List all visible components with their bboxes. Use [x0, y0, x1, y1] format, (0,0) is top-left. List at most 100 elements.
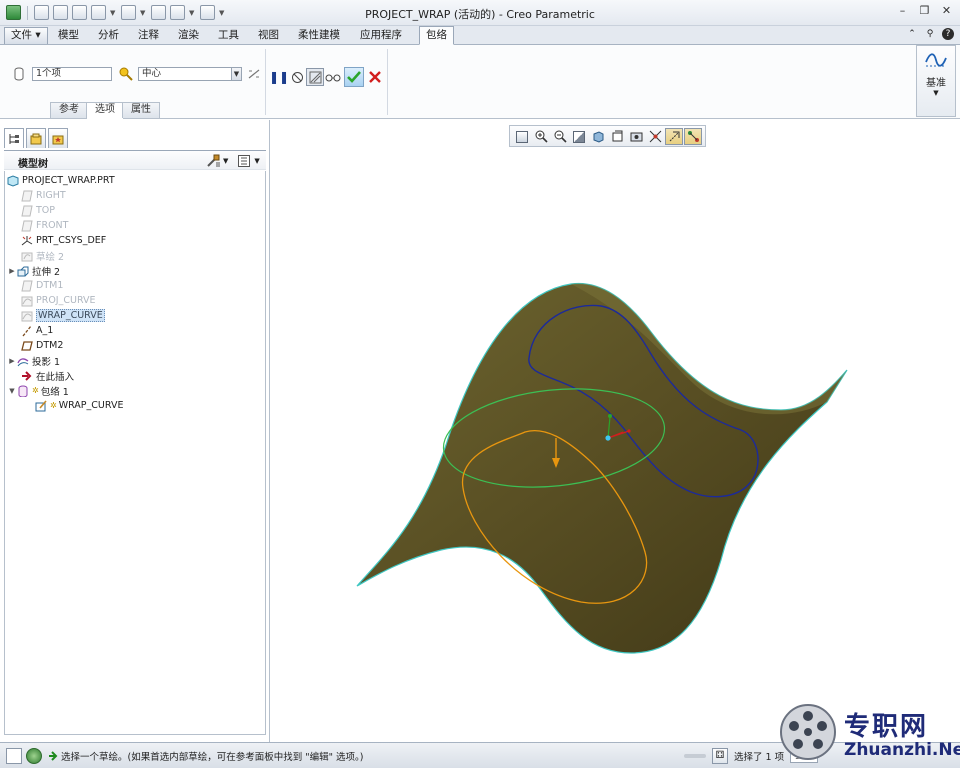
navigator-tabs: [4, 128, 68, 148]
tree-node-axis-a1[interactable]: A_1: [21, 323, 53, 338]
datum-sketch-icon: [925, 53, 947, 67]
tree-node-csys[interactable]: PRT_CSYS_DEF: [21, 233, 106, 248]
preview-icon[interactable]: [306, 68, 324, 86]
restore-icon[interactable]: ❐: [919, 5, 930, 17]
cancel-button[interactable]: [366, 68, 384, 86]
pause-icon[interactable]: ❚❚: [269, 68, 289, 86]
accept-button[interactable]: [344, 67, 364, 87]
tree-node-part[interactable]: PROJECT_WRAP.PRT: [7, 173, 115, 188]
title-bar: ▼ ▼ ▼ ▼ PROJECT_WRAP (活动的) - Creo Parame…: [0, 0, 960, 26]
datum-basis-button[interactable]: 基准 ▼: [916, 45, 956, 117]
tab-tools[interactable]: 工具: [212, 27, 245, 44]
browser-toggle-icon[interactable]: [26, 748, 42, 764]
model-tree-title: 模型树: [18, 159, 48, 170]
expand-icon[interactable]: ▶: [7, 357, 17, 365]
tree-node-dtm1[interactable]: DTM1: [21, 278, 63, 293]
folder-browser-tab[interactable]: [26, 128, 46, 148]
anchor-point-icon[interactable]: [118, 66, 134, 82]
progress-indicator: [684, 754, 706, 758]
csys-icon: [21, 235, 33, 247]
tree-node-dtm2[interactable]: DTM2: [21, 338, 63, 353]
tree-node-wrap-curve-selected[interactable]: WRAP_CURVE: [21, 308, 105, 323]
watermark-cn: 专职网: [844, 712, 929, 742]
datum-basis-label: 基准: [926, 78, 946, 89]
sketch-collector-field[interactable]: 1个项: [32, 67, 112, 81]
watermark-en: Zhuanzhi.Net: [844, 740, 960, 760]
selection-count: 选择了 1 项: [734, 752, 785, 763]
subtab-options[interactable]: 选项: [86, 102, 124, 119]
minimize-icon[interactable]: –: [897, 5, 908, 17]
tree-node-top[interactable]: TOP: [21, 203, 55, 218]
part-icon: [7, 174, 19, 187]
navigator-toggle-icon[interactable]: [6, 748, 22, 764]
status-left-icons: [6, 748, 42, 764]
graphics-window[interactable]: [271, 120, 960, 742]
wrap-dashboard: 1个项 中心 ▼ 参考 选项 属性 ❚❚ 基准 ▼: [0, 45, 960, 119]
datum-plane-icon: [21, 190, 33, 202]
sketch-icon: [21, 250, 33, 262]
tab-flexible-modeling[interactable]: 柔性建模: [292, 27, 346, 44]
favorites-tab[interactable]: [48, 128, 68, 148]
datum-plane-icon: [21, 205, 33, 217]
chevron-down-icon[interactable]: ▼: [231, 68, 241, 80]
subtab-references[interactable]: 参考: [50, 102, 88, 118]
model-tree-tab[interactable]: [4, 128, 24, 148]
tab-file[interactable]: 文件 ▾: [4, 27, 48, 44]
extrude-icon: [17, 265, 29, 277]
tree-node-extrude-2[interactable]: ▶ 拉伸 2: [7, 263, 60, 278]
datum-plane-icon: [21, 280, 33, 292]
anchor-dropdown[interactable]: 中心 ▼: [138, 67, 242, 81]
chevron-down-icon[interactable]: ▼: [223, 157, 228, 165]
tree-node-sketch-2[interactable]: 草绘 2: [21, 248, 64, 263]
tab-view[interactable]: 视图: [252, 27, 285, 44]
axis-icon: [21, 325, 33, 337]
tab-applications[interactable]: 应用程序: [354, 27, 408, 44]
tab-render[interactable]: 渲染: [172, 27, 205, 44]
chevron-down-icon[interactable]: ▼: [254, 157, 259, 165]
tree-tools: ▼ ▼: [206, 154, 260, 168]
watermark-logo-icon: [780, 704, 836, 760]
tree-node-wrap-curve-child[interactable]: ✲ WRAP_CURVE: [35, 398, 123, 413]
tree-node-project-1[interactable]: ▶ 投影 1: [7, 353, 60, 368]
expand-icon[interactable]: ▶: [7, 267, 17, 275]
wrap-icon: [17, 385, 29, 397]
tab-analysis[interactable]: 分析: [92, 27, 125, 44]
curve-icon: [21, 310, 33, 322]
collapse-icon[interactable]: ▼: [7, 387, 17, 395]
flip-direction-icon[interactable]: [247, 68, 261, 80]
model-tree-header: 模型树 ▼ ▼: [4, 150, 266, 170]
project-icon: [17, 355, 29, 367]
feature-status-icon: ✲: [32, 386, 39, 395]
tree-node-proj-curve[interactable]: PROJ_CURVE: [21, 293, 96, 308]
subtab-properties[interactable]: 属性: [122, 102, 160, 118]
tab-wrap[interactable]: 包络: [419, 26, 454, 45]
datum-plane-icon: [21, 220, 33, 232]
tree-node-wrap-1[interactable]: ▼ ✲ 包络 1: [7, 383, 69, 398]
verify-icon[interactable]: [324, 68, 342, 86]
tree-node-insert-here[interactable]: 在此插入: [21, 368, 74, 383]
wrapped-surface[interactable]: [356, 282, 848, 654]
search-icon[interactable]: ⚲: [924, 28, 936, 40]
settings-icon[interactable]: [206, 154, 220, 168]
chevron-down-icon: ▼: [933, 89, 939, 97]
help-icon[interactable]: ?: [942, 28, 954, 40]
no-preview-icon[interactable]: [288, 68, 306, 86]
tree-node-right[interactable]: RIGHT: [21, 188, 66, 203]
model-tree: PROJECT_WRAP.PRT RIGHT TOP FRONT PRT_CSY…: [4, 171, 266, 735]
tree-node-front[interactable]: FRONT: [21, 218, 68, 233]
datum-plane-icon: [21, 340, 33, 352]
tabsbar-right-icons: ⌃ ⚲ ?: [906, 28, 954, 40]
show-icon[interactable]: [237, 154, 251, 168]
close-icon[interactable]: ✕: [941, 5, 952, 17]
feature-status-icon: ✲: [50, 401, 57, 410]
status-message: 选择一个草绘。(如果首选内部草绘，可在参考面板中找到 "编辑" 选项。): [61, 752, 364, 763]
navigator-panel: 模型树 ▼ ▼ PROJECT_WRAP.PRT RIGHT TOP FRONT…: [0, 120, 270, 742]
window-title: PROJECT_WRAP (活动的) - Creo Parametric: [365, 8, 595, 21]
tab-annotate[interactable]: 注释: [132, 27, 165, 44]
tab-model[interactable]: 模型: [52, 27, 85, 44]
ribbon-tabs: 文件 ▾ 模型 分析 注释 渲染 工具 视图 柔性建模 应用程序 包络 ⌃ ⚲ …: [0, 26, 960, 45]
window-controls: – ❐ ✕: [897, 5, 952, 17]
selection-filter-icon[interactable]: ⚃: [712, 748, 728, 764]
collapse-ribbon-icon[interactable]: ⌃: [906, 28, 918, 40]
model-viewport[interactable]: [271, 120, 960, 742]
